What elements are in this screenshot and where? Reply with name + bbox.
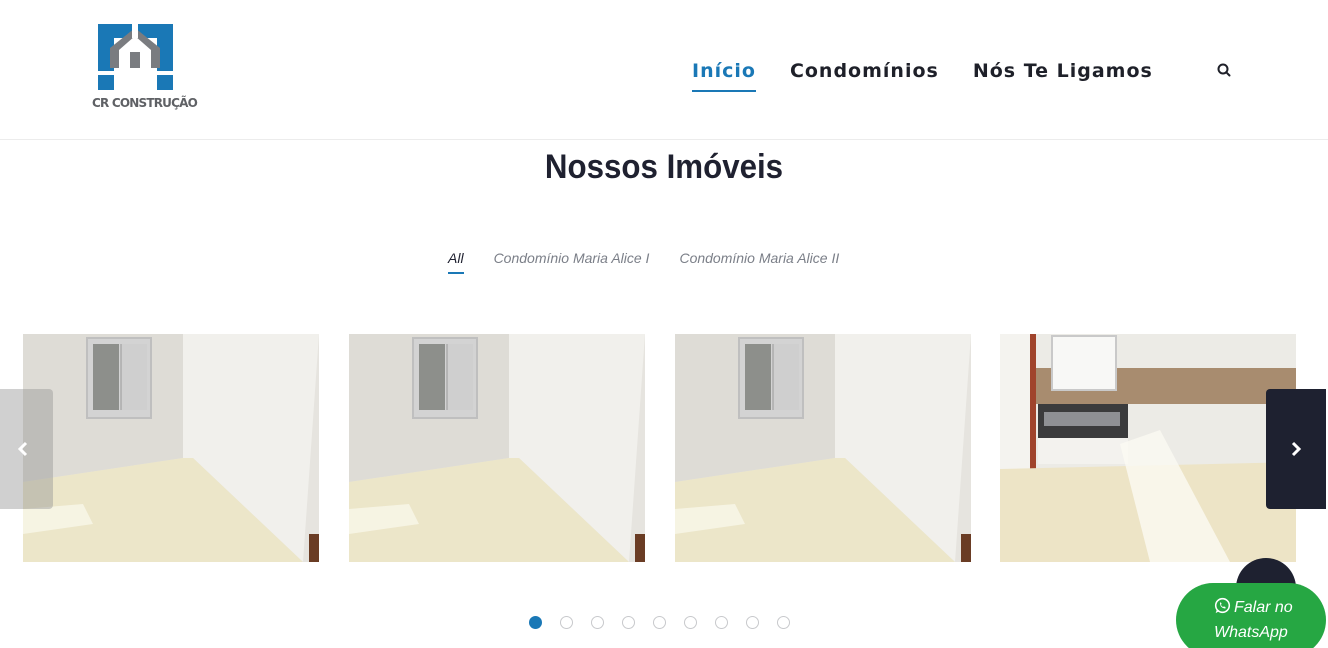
chevron-left-icon [17,441,28,457]
nav-item-nos-te-ligamos[interactable]: Nós Te Ligamos [973,58,1153,92]
whatsapp-icon [1214,597,1231,614]
house-logo-icon [98,24,173,90]
search-button[interactable] [1214,60,1234,80]
carousel-dot[interactable] [653,616,666,629]
carousel-prev-button[interactable] [0,389,53,509]
carousel-pagination [529,616,808,629]
section-title: Nossos Imóveis [544,148,784,186]
carousel-dot[interactable] [715,616,728,629]
carousel-dot[interactable] [622,616,635,629]
nav-item-inicio[interactable]: Início [692,58,756,92]
site-logo[interactable]: CR CONSTRUÇÃO [92,22,198,118]
property-slide[interactable] [675,334,971,562]
filter-maria-alice-2[interactable]: Condomínio Maria Alice II [679,250,839,272]
bedroom-photo [23,334,319,562]
main-nav: Início Condomínios Nós Te Ligamos [692,58,1187,92]
logo-text: CR CONSTRUÇÃO [92,96,198,110]
chevron-right-icon [1291,441,1302,457]
property-slide[interactable] [1000,334,1296,562]
whatsapp-button[interactable]: Falar no WhatsApp [1176,583,1326,648]
site-header: CR CONSTRUÇÃO Início Condomínios Nós Te … [0,0,1328,140]
carousel-dot[interactable] [591,616,604,629]
page: CR CONSTRUÇÃO Início Condomínios Nós Te … [0,0,1328,648]
carousel-dot[interactable] [560,616,573,629]
filter-maria-alice-1[interactable]: Condomínio Maria Alice I [494,250,650,272]
carousel-dot[interactable] [746,616,759,629]
carousel-dot[interactable] [684,616,697,629]
bedroom-photo [675,334,971,562]
whatsapp-label-line2: WhatsApp [1214,624,1288,641]
nav-item-condominios[interactable]: Condomínios [790,58,939,92]
carousel-dot[interactable] [777,616,790,629]
search-icon [1217,63,1231,77]
carousel-next-button[interactable] [1266,389,1326,509]
bedroom-photo [349,334,645,562]
filter-all[interactable]: All [448,250,464,274]
kitchen-photo [1000,334,1296,562]
property-slide[interactable] [349,334,645,562]
property-slide[interactable] [23,334,319,562]
portfolio-filters: All Condomínio Maria Alice I Condomínio … [448,250,869,274]
carousel-dot[interactable] [529,616,542,629]
